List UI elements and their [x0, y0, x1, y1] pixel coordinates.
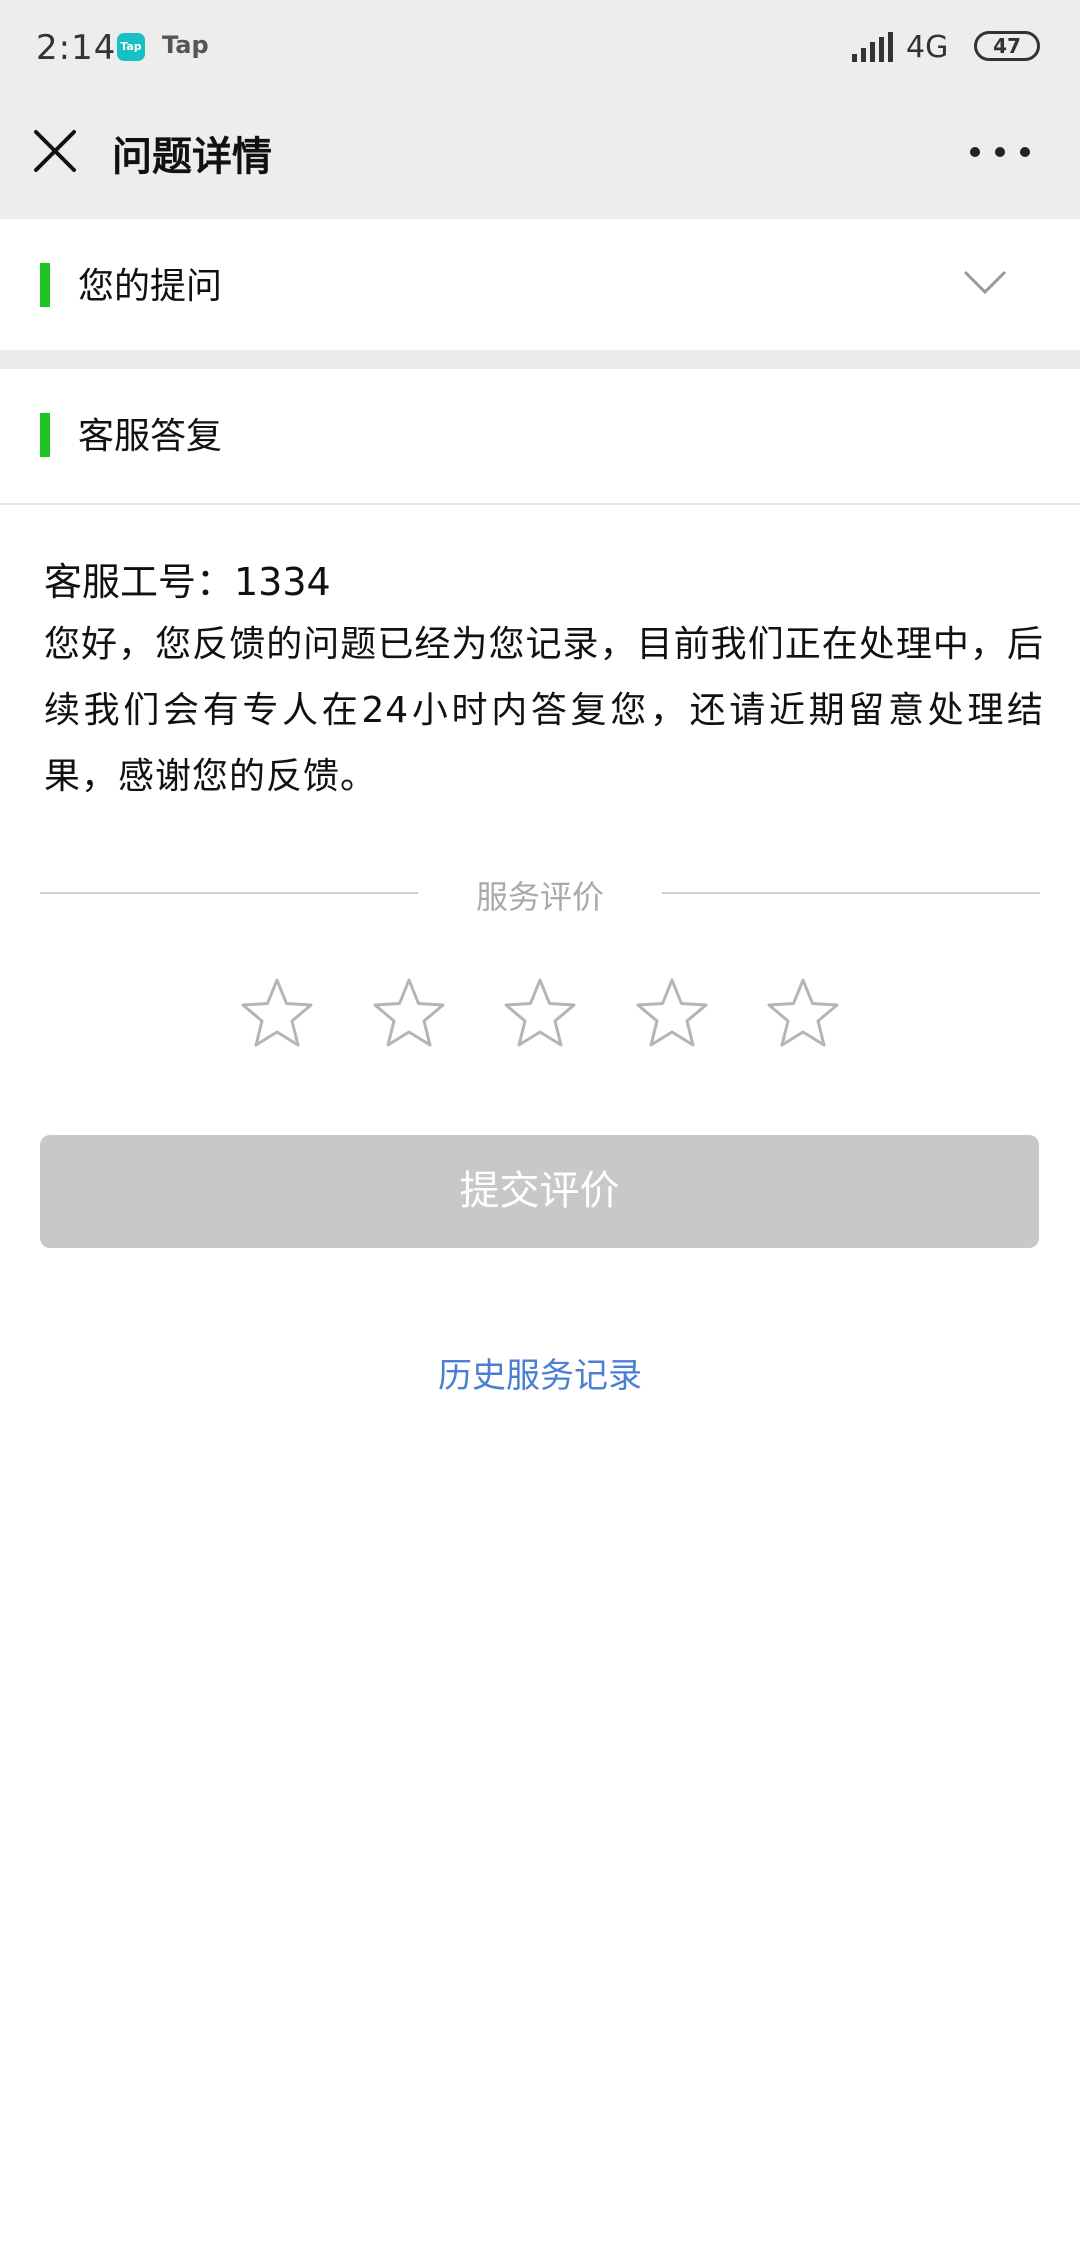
divider-left — [40, 892, 418, 894]
status-time: 2:14 — [36, 28, 117, 68]
reply-message: 您好，您反馈的问题已经为您记录，目前我们正在处理中，后续我们会有专人在24小时内… — [44, 624, 1044, 797]
star-5-icon[interactable] — [766, 976, 840, 1050]
title-bar: 问题详情 — [0, 96, 1080, 219]
star-rating — [240, 976, 840, 1050]
divider — [0, 503, 1080, 505]
divider-right — [662, 892, 1040, 894]
more-options-button[interactable] — [970, 144, 1030, 160]
more-dot-icon — [995, 147, 1005, 157]
section-accent-bar — [40, 263, 50, 307]
star-1-icon[interactable] — [240, 976, 314, 1050]
service-rating-title: 服务评价 — [475, 878, 604, 916]
service-reply-label: 客服答复 — [78, 416, 223, 457]
page-title: 问题详情 — [112, 134, 272, 180]
your-question-label: 您的提问 — [78, 266, 223, 307]
section-accent-bar — [40, 413, 50, 457]
service-history-link[interactable]: 历史服务记录 — [0, 1348, 1080, 1397]
star-2-icon[interactable] — [372, 976, 446, 1050]
your-question-section[interactable]: 您的提问 — [0, 219, 1080, 350]
signal-icon — [852, 32, 893, 62]
status-bar: 2:14 Tap Tap 4G 47 — [0, 0, 1080, 96]
section-separator — [0, 350, 1080, 369]
close-icon[interactable] — [30, 126, 80, 176]
more-dot-icon — [970, 147, 980, 157]
staff-id: 客服工号：1334 — [44, 560, 331, 604]
app-badge-icon: Tap — [117, 33, 145, 61]
submit-rating-button[interactable]: 提交评价 — [40, 1135, 1039, 1248]
service-reply-section: 客服答复 — [0, 369, 1080, 500]
star-4-icon[interactable] — [635, 976, 709, 1050]
status-app-name: Tap — [162, 31, 209, 59]
battery-icon: 47 — [974, 31, 1040, 61]
star-3-icon[interactable] — [503, 976, 577, 1050]
reply-content: 客服工号：1334 您好，您反馈的问题已经为您记录，目前我们正在处理中，后续我们… — [44, 556, 1044, 810]
chevron-down-icon[interactable] — [962, 267, 1008, 297]
service-rating-header: 服务评价 — [40, 870, 1040, 930]
network-type: 4G — [906, 30, 949, 65]
more-dot-icon — [1020, 147, 1030, 157]
